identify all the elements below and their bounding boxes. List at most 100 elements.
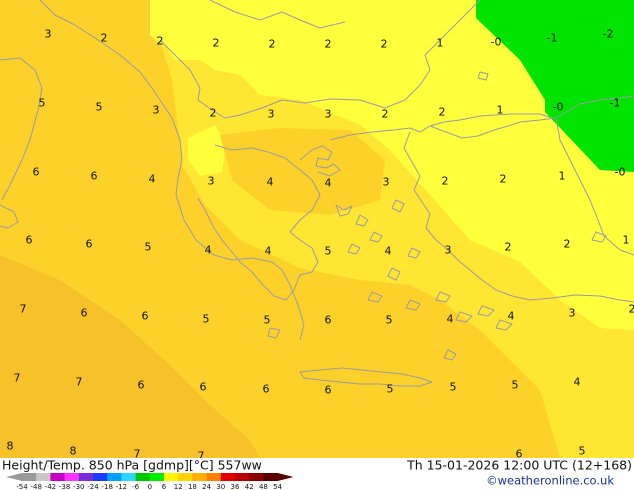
temperature-value: 1 (497, 104, 504, 117)
temperature-value: 2 (442, 175, 449, 188)
temperature-value: -0 (491, 36, 502, 49)
temperature-value: 1 (623, 234, 630, 247)
temperature-value: 7 (76, 376, 83, 389)
temperature-value: 7 (14, 372, 21, 385)
temperature-value: 3 (208, 175, 215, 188)
temperature-value: -0 (615, 166, 626, 179)
scale-label: 6 (162, 483, 167, 490)
temperature-value: 5 (264, 314, 271, 327)
scale-label: 42 (245, 483, 254, 490)
scale-label: -24 (87, 483, 99, 490)
temperature-value: 4 (267, 176, 274, 189)
scale-label: 12 (174, 483, 183, 490)
temperature-value: 5 (579, 445, 586, 458)
temperature-value: 6 (33, 166, 40, 179)
scale-label: -42 (45, 483, 56, 490)
temperature-value: -1 (547, 32, 558, 45)
scale-swatch (206, 473, 222, 481)
scale-label: 30 (216, 483, 225, 490)
scale-swatch (249, 473, 264, 481)
temperature-value: 2 (101, 32, 108, 45)
map-footer: Height/Temp. 850 hPa [gdmp][°C] 557ww Th… (0, 458, 634, 490)
temperature-value: 2 (505, 241, 512, 254)
temperature-value: 3 (153, 104, 160, 117)
temperature-value: 6 (142, 310, 149, 323)
temperature-value: 6 (81, 307, 88, 320)
map-area: 3 2 2 2 2 2 2 1 -0 -1 -2 5 5 3 2 3 3 2 2 1 -0 -1 6 6 4 3 4 4 3 2 2 1 -0 6… (0, 0, 634, 463)
temperature-value: 2 (269, 38, 276, 51)
temperature-value: 5 (39, 97, 46, 110)
temperature-value: 5 (450, 381, 457, 394)
chart-title: Height/Temp. 850 hPa [gdmp][°C] 557ww (2, 458, 262, 473)
scale-swatch (178, 473, 193, 481)
temperature-value: 8 (7, 440, 14, 453)
temperature-value: 1 (437, 37, 444, 50)
valid-time: Th 15-01-2026 12:00 UTC (12+168) (406, 458, 632, 473)
scale-label: 36 (231, 483, 240, 490)
temperature-value: 2 (210, 107, 217, 120)
temperature-value: 8 (70, 445, 77, 458)
temperature-value: 4 (385, 245, 392, 258)
scale-label: -54 (16, 483, 28, 490)
scale-label: -12 (116, 483, 127, 490)
scale-swatch (107, 473, 122, 481)
temperature-value: 2 (157, 35, 164, 48)
temperature-value: 2 (500, 173, 507, 186)
scale-label: -6 (132, 483, 140, 490)
temperature-value: 2 (213, 37, 220, 50)
scale-swatch (93, 473, 108, 481)
temperature-value: 6 (26, 234, 33, 247)
scale-label: 24 (202, 483, 211, 490)
temperature-value: 4 (508, 310, 515, 323)
temperature-value: -2 (603, 28, 614, 41)
scale-swatch (220, 473, 236, 481)
scale-swatch (22, 473, 37, 481)
temperature-value: 5 (387, 383, 394, 396)
temperature-value: 3 (569, 307, 576, 320)
scale-swatch (36, 473, 51, 481)
scale-label: 48 (259, 483, 268, 490)
temperature-value: 5 (96, 101, 103, 114)
temperature-value: 6 (91, 170, 98, 183)
scale-swatch (164, 473, 179, 481)
scale-label: -18 (101, 483, 112, 490)
temperature-value: 4 (265, 245, 272, 258)
temperature-value: 6 (325, 314, 332, 327)
scale-swatch (192, 473, 207, 481)
temperature-value: 3 (45, 28, 52, 41)
temperature-value: 2 (439, 106, 446, 119)
temperature-value: 6 (325, 384, 332, 397)
scale-label: -38 (59, 483, 70, 490)
scale-label: -30 (73, 483, 84, 490)
temperature-value: -0 (553, 101, 564, 114)
temperature-value: 5 (145, 241, 152, 254)
temperature-value: 2 (381, 38, 388, 51)
temperature-value: 2 (382, 108, 389, 121)
temperature-value: 5 (203, 313, 210, 326)
scale-label: 54 (273, 483, 282, 490)
temperature-value: 4 (149, 173, 156, 186)
site-credit[interactable]: ©weatheronline.co.uk (486, 474, 614, 488)
temperature-value: -1 (610, 97, 621, 110)
scale-swatch (135, 473, 151, 481)
scale-label: -48 (30, 483, 41, 490)
scale-swatch (121, 473, 136, 481)
scale-label: 18 (188, 483, 197, 490)
temperature-value: 6 (263, 383, 270, 396)
weather-map: 3 2 2 2 2 2 2 1 -0 -1 -2 5 5 3 2 3 3 2 2 1 -0 -1 6 6 4 3 4 4 3 2 2 1 -0 6… (0, 0, 634, 490)
temperature-value: 5 (512, 379, 519, 392)
scale-swatch (64, 473, 80, 481)
temperature-value: 5 (386, 314, 393, 327)
scale-swatch (263, 473, 278, 481)
temperature-value: 2 (564, 238, 571, 251)
temperature-value: 5 (325, 245, 332, 258)
temperature-value: 4 (205, 244, 212, 257)
temperature-value: 2 (629, 303, 634, 316)
temperature-value: 3 (445, 244, 452, 257)
temperature-value: 3 (383, 176, 390, 189)
scale-swatch (149, 473, 165, 481)
scale-swatch (235, 473, 250, 481)
temperature-value: 6 (200, 381, 207, 394)
scale-swatch (78, 473, 94, 481)
temperature-value: 1 (559, 170, 566, 183)
